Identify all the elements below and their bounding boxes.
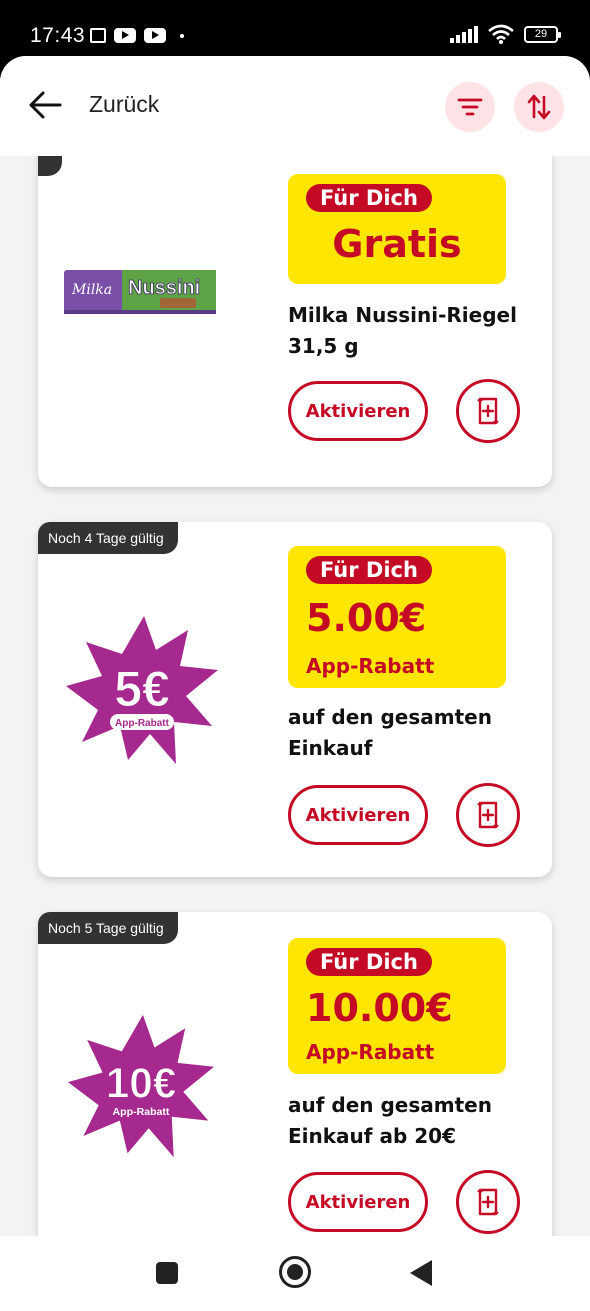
description-line: Milka Nussini-Riegel <box>288 303 517 327</box>
offer-badge: Für Dich 10.00€ App-Rabatt <box>288 938 506 1074</box>
signal-icon <box>450 25 478 43</box>
system-icons: 29 <box>450 24 561 44</box>
back-label[interactable]: Zurück <box>89 91 159 118</box>
description-line: auf den gesamten <box>288 705 492 729</box>
offer-card: Noch 4 Tage gültig 5€ App-Rabatt Für Dic… <box>38 522 552 877</box>
add-to-list-icon <box>477 1188 499 1216</box>
offer-list[interactable]: Milka Nussini Für Dich Gratis Milka Nuss… <box>0 156 590 1236</box>
add-to-list-icon <box>477 397 499 425</box>
offer-value: 5.00€ <box>306 596 427 640</box>
add-to-list-button[interactable] <box>456 1170 520 1234</box>
description-line: 31,5 g <box>288 334 359 358</box>
offer-description: Milka Nussini-Riegel 31,5 g <box>288 300 528 362</box>
activate-button[interactable]: Aktivieren <box>288 381 428 441</box>
filter-button[interactable] <box>445 82 495 132</box>
sort-icon <box>527 94 551 120</box>
product-name: Nussini <box>128 277 200 299</box>
battery-icon: 29 <box>524 25 561 43</box>
back-arrow-icon[interactable] <box>28 90 62 120</box>
offer-subtitle: App-Rabatt <box>306 1040 435 1064</box>
screen-icon <box>90 28 106 43</box>
offer-badge: Für Dich 5.00€ App-Rabatt <box>288 546 506 688</box>
discount-burst-image: 10€ App-Rabatt <box>67 1014 215 1158</box>
add-to-list-icon <box>477 801 499 829</box>
fuer-dich-label: Für Dich <box>306 556 432 584</box>
add-to-list-button[interactable] <box>456 379 520 443</box>
add-to-list-button[interactable] <box>456 783 520 847</box>
burst-value: 10€ <box>106 1060 177 1107</box>
burst-label: App-Rabatt <box>115 718 170 729</box>
system-nav-bar <box>0 1236 590 1311</box>
more-dot-icon <box>180 33 184 38</box>
offer-value: 10.00€ <box>306 986 453 1030</box>
offer-card: Milka Nussini Für Dich Gratis Milka Nuss… <box>38 156 552 487</box>
youtube-icon <box>144 28 166 43</box>
wifi-icon <box>488 24 514 44</box>
discount-burst-image: 5€ App-Rabatt <box>66 616 218 764</box>
filter-icon <box>457 98 483 116</box>
validity-tag: Noch 4 Tage gültig <box>38 522 178 554</box>
offer-value: Gratis <box>332 222 462 266</box>
description-line: Einkauf <box>288 736 373 760</box>
description-line: auf den gesamten <box>288 1093 492 1117</box>
offer-subtitle: App-Rabatt <box>306 654 435 678</box>
app-window: Zurück Milka Nussini Für Dich Gratis Mil… <box>0 56 590 1311</box>
product-brand: Milka <box>71 282 112 298</box>
fuer-dich-label: Für Dich <box>306 948 432 976</box>
youtube-icon <box>114 28 136 43</box>
header: Zurück <box>0 56 590 156</box>
validity-tag: Noch 5 Tage gültig <box>38 912 178 944</box>
activate-button[interactable]: Aktivieren <box>288 785 428 845</box>
activate-button[interactable]: Aktivieren <box>288 1172 428 1232</box>
status-bar: 17:43 29 <box>0 0 590 62</box>
fuer-dich-label: Für Dich <box>306 184 432 212</box>
burst-value: 5€ <box>114 661 170 717</box>
status-time: 17:43 <box>30 24 86 47</box>
offer-description: auf den gesamten Einkauf <box>288 702 528 764</box>
notification-icons <box>90 28 184 43</box>
recents-icon[interactable] <box>156 1262 178 1284</box>
burst-label: App-Rabatt <box>113 1106 170 1118</box>
back-triangle-icon[interactable] <box>410 1260 432 1286</box>
offer-badge: Für Dich Gratis <box>288 174 506 284</box>
description-line: Einkauf ab 20€ <box>288 1124 456 1148</box>
offer-card: Noch 5 Tage gültig 10€ App-Rabatt Für Di… <box>38 912 552 1236</box>
home-icon[interactable] <box>279 1256 311 1288</box>
chocolate-bar-image: Milka Nussini <box>64 270 216 314</box>
offer-description: auf den gesamten Einkauf ab 20€ <box>288 1090 528 1152</box>
sort-button[interactable] <box>514 82 564 132</box>
validity-tag <box>38 156 62 176</box>
